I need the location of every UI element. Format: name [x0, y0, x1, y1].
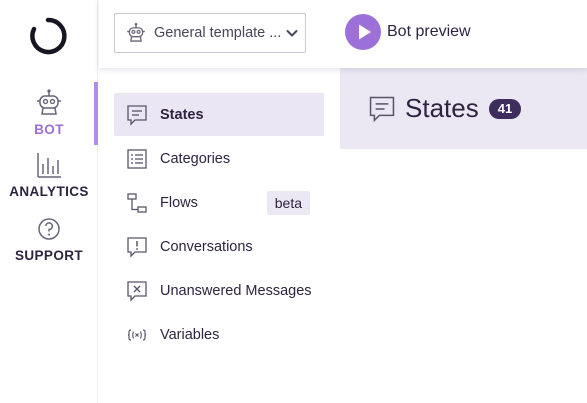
chat-lines-icon — [127, 104, 147, 126]
robot-icon — [37, 89, 61, 115]
chat-lines-icon — [369, 96, 395, 122]
page-title: States — [405, 93, 479, 123]
template-select[interactable]: General template ... — [114, 13, 306, 53]
robot-icon — [127, 22, 145, 42]
nav-item-unanswered-messages[interactable]: Unanswered Messages — [114, 269, 324, 312]
bar-chart-icon — [37, 153, 61, 178]
play-icon — [345, 14, 381, 50]
template-select-value: General template ... — [154, 25, 282, 41]
nav-item-states[interactable]: States — [114, 93, 324, 136]
top-bar: General template ... Bot preview — [99, 0, 587, 68]
main-panel: States 41 — [340, 68, 587, 403]
rail-item-label: BOT — [34, 122, 64, 137]
flow-icon — [127, 192, 147, 213]
nav-item-label: States — [160, 106, 204, 123]
chat-alert-icon — [127, 236, 147, 258]
rail-item-bot[interactable]: BOT — [0, 88, 98, 137]
nav-item-flows[interactable]: Flows beta — [114, 181, 324, 224]
page-header: States 41 — [340, 68, 587, 149]
help-icon — [38, 218, 60, 240]
nav-item-categories[interactable]: Categories — [114, 137, 324, 180]
chat-x-icon — [127, 280, 147, 302]
bot-preview-button[interactable]: Bot preview — [345, 14, 471, 50]
nav-item-conversations[interactable]: Conversations — [114, 225, 324, 268]
app-rail: BOT ANALYTICS SUPPORT — [0, 0, 98, 403]
rail-item-label: SUPPORT — [14, 248, 84, 263]
nav-item-label: Flows — [160, 194, 198, 211]
count-badge: 41 — [488, 98, 522, 119]
bot-preview-label: Bot preview — [387, 23, 471, 40]
nav-item-label: Unanswered Messages — [160, 282, 312, 299]
nav-item-label: Variables — [160, 326, 220, 343]
bot-navigation: States Categories Flows beta Conversatio… — [99, 68, 340, 403]
nav-item-label: Conversations — [160, 238, 253, 255]
rail-item-support[interactable]: SUPPORT — [0, 214, 98, 263]
rail-item-label: ANALYTICS — [9, 184, 89, 199]
beta-badge: beta — [266, 191, 310, 215]
nav-item-label: Categories — [160, 150, 231, 167]
nav-item-variables[interactable]: Variables — [114, 313, 324, 356]
rail-item-analytics[interactable]: ANALYTICS — [0, 150, 98, 199]
list-icon — [127, 148, 147, 169]
chevron-down-icon — [286, 29, 298, 37]
variable-icon — [127, 328, 147, 341]
logo[interactable] — [28, 16, 68, 56]
